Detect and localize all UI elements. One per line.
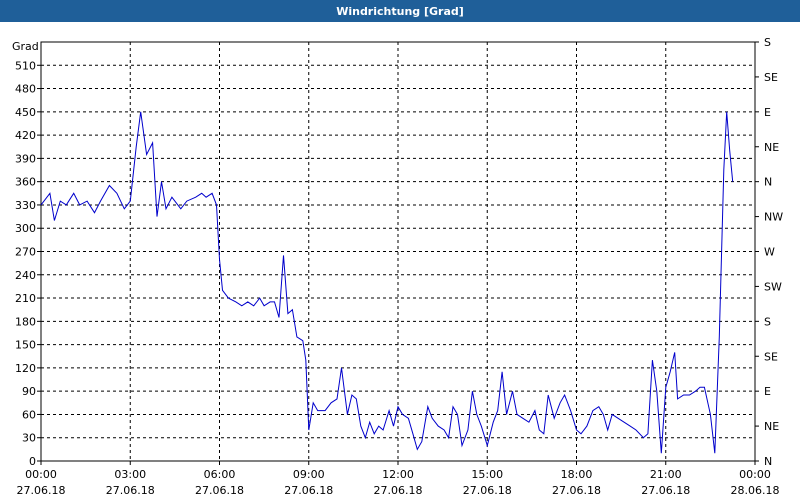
x-tick-time-label: 15:00 bbox=[471, 468, 503, 481]
right-tick-label: NW bbox=[764, 211, 783, 224]
x-tick-date-label: 27.06.18 bbox=[106, 484, 155, 497]
right-tick-label: S bbox=[764, 36, 771, 49]
right-tick-label: NE bbox=[764, 141, 779, 154]
y-tick-label: 390 bbox=[15, 152, 36, 165]
x-tick-date-label: 27.06.18 bbox=[195, 484, 244, 497]
x-tick-date-label: 27.06.18 bbox=[374, 484, 423, 497]
right-tick-label: SE bbox=[764, 350, 778, 363]
y-axis-ticks: 0 30 60 90 120 150 180 210 240 270 300 330 360 390 420… bbox=[15, 59, 41, 468]
wind-direction-chart: Grad 0 30 60 90 120 150 180 210 240 270 300 330 360 3… bbox=[12, 36, 783, 497]
x-tick-time-label: 00:00 bbox=[739, 468, 771, 481]
y-tick-label: 330 bbox=[15, 199, 36, 212]
grid-lines bbox=[41, 42, 755, 461]
y-tick-label: 420 bbox=[15, 129, 36, 142]
x-tick-date-label: 27.06.18 bbox=[641, 484, 690, 497]
y-axis-label: Grad bbox=[12, 40, 39, 53]
y-tick-label: 270 bbox=[15, 246, 36, 259]
x-tick-date-label: 28.06.18 bbox=[731, 484, 780, 497]
y-tick-label: 60 bbox=[22, 408, 36, 421]
y-tick-label: 480 bbox=[15, 83, 36, 96]
right-tick-label: SE bbox=[764, 71, 778, 84]
x-axis-ticks: 00:00 27.06.18 03:00 27.06.18 06:00 27.06.18 0… bbox=[17, 461, 780, 497]
y-tick-label: 120 bbox=[15, 362, 36, 375]
x-tick-time-label: 18:00 bbox=[561, 468, 593, 481]
y-tick-label: 300 bbox=[15, 222, 36, 235]
right-tick-label: N bbox=[764, 176, 772, 189]
y-tick-label: 0 bbox=[29, 455, 36, 468]
x-tick-time-label: 00:00 bbox=[25, 468, 57, 481]
y-tick-label: 360 bbox=[15, 176, 36, 189]
x-tick-time-label: 06:00 bbox=[204, 468, 236, 481]
x-tick-date-label: 27.06.18 bbox=[284, 484, 333, 497]
y-tick-label: 30 bbox=[22, 432, 36, 445]
x-tick-time-label: 09:00 bbox=[293, 468, 325, 481]
right-axis-ticks: N NE E SE S SW W NW N NE E SE S bbox=[755, 36, 783, 468]
y-tick-label: 450 bbox=[15, 106, 36, 119]
right-tick-label: E bbox=[764, 106, 771, 119]
y-tick-label: 240 bbox=[15, 269, 36, 282]
y-tick-label: 510 bbox=[15, 59, 36, 72]
x-tick-date-label: 27.06.18 bbox=[463, 484, 512, 497]
x-tick-time-label: 12:00 bbox=[382, 468, 414, 481]
y-tick-label: 210 bbox=[15, 292, 36, 305]
right-tick-label: SW bbox=[764, 280, 782, 293]
right-tick-label: W bbox=[764, 246, 775, 259]
y-tick-label: 90 bbox=[22, 385, 36, 398]
right-tick-label: E bbox=[764, 385, 771, 398]
right-tick-label: NE bbox=[764, 420, 779, 433]
x-tick-date-label: 27.06.18 bbox=[17, 484, 66, 497]
y-tick-label: 180 bbox=[15, 315, 36, 328]
right-tick-label: N bbox=[764, 455, 772, 468]
x-tick-time-label: 21:00 bbox=[650, 468, 682, 481]
x-tick-date-label: 27.06.18 bbox=[552, 484, 601, 497]
right-tick-label: S bbox=[764, 315, 771, 328]
y-tick-label: 150 bbox=[15, 339, 36, 352]
wind-direction-series-line bbox=[40, 111, 734, 454]
x-tick-time-label: 03:00 bbox=[114, 468, 146, 481]
